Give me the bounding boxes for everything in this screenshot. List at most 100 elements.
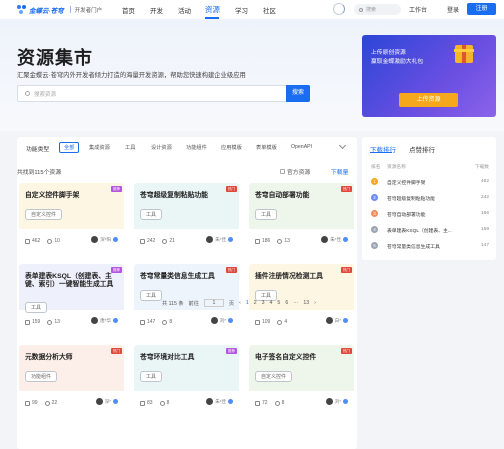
nav-learn[interactable]: 学习	[235, 5, 248, 15]
pager-page-6[interactable]: 6	[285, 300, 288, 306]
chevron-down-icon[interactable]	[338, 141, 347, 150]
card-title[interactable]: 苍穹自动部署功能	[255, 192, 347, 200]
card-fav[interactable]: 8	[159, 400, 169, 406]
rank-row[interactable]: 2 苍穹超级复制粘贴功能 242	[362, 192, 496, 204]
card-title[interactable]: 表单建表KSQL（创建表、主键、索引）一键智能生成工具	[25, 273, 117, 289]
card-like[interactable]: 109	[255, 319, 270, 325]
card-author[interactable]: 朱*佳	[206, 236, 233, 243]
workbench-link[interactable]: 工作台	[409, 5, 427, 14]
logo[interactable]: 金蝶云·苍穹 开发者门户	[17, 4, 102, 15]
card-fav[interactable]: 22	[44, 400, 57, 406]
nav-search-input[interactable]: 搜索	[354, 4, 401, 15]
card-author[interactable]: 唐*华	[91, 317, 118, 324]
pager-ellipsis[interactable]: ···	[293, 300, 298, 306]
resource-search-input[interactable]: 搜索资源	[17, 85, 310, 102]
rank-name[interactable]: 苍穹超级复制粘贴功能	[387, 195, 465, 202]
nav-activity[interactable]: 活动	[178, 5, 191, 15]
resource-card[interactable]: 热门 电子签名自定义控件 自定义控件 72 8 刘*	[249, 345, 354, 411]
card-tag[interactable]: 功能组件	[25, 371, 58, 382]
card-like[interactable]: 72	[255, 400, 268, 406]
pager-page-1[interactable]: 1	[246, 300, 249, 306]
card-author[interactable]: 深*阳	[91, 236, 118, 243]
rank-row[interactable]: 3 苍穹自动部署功能 186	[362, 208, 496, 220]
card-tag[interactable]: 工具	[140, 209, 163, 220]
card-author[interactable]: 白*	[325, 317, 348, 324]
resource-card[interactable]: 推荐 自定义控件脚手架 自定义控件 462 10 深*阳	[19, 183, 124, 249]
card-fav[interactable]: 13	[47, 319, 60, 325]
nav-community[interactable]: 社区	[263, 5, 276, 15]
rank-row[interactable]: 5 苍穹常量类信息生成工具 147	[362, 240, 496, 252]
card-tag[interactable]: 工具	[255, 209, 278, 220]
card-title[interactable]: 苍穹超级复制粘贴功能	[140, 192, 232, 200]
resource-card[interactable]: 热门 苍穹常量类信息生成工具 工具 147 8 刘*	[134, 264, 239, 330]
nav-home[interactable]: 首页	[122, 5, 135, 15]
register-button[interactable]: 注册	[467, 3, 496, 15]
resource-card[interactable]: 推荐 表单建表KSQL（创建表、主键、索引）一键智能生成工具 工具 159 13 唐*华	[19, 264, 124, 330]
card-fav[interactable]: 8	[162, 319, 172, 325]
pager-page-3[interactable]: 3	[262, 300, 265, 306]
card-fav[interactable]: 4	[277, 319, 287, 325]
refresh-icon[interactable]	[333, 3, 345, 15]
card-title[interactable]: 电子签名自定义控件	[255, 354, 347, 362]
rank-name[interactable]: 表单建表KSQL（创建表、主...	[387, 227, 465, 234]
upload-resource-button[interactable]: 上传资源	[399, 93, 458, 107]
card-tag[interactable]: 工具	[25, 302, 48, 313]
resource-card[interactable]: 热门 插件注册情况检测工具 工具 109 4 白*	[249, 264, 354, 330]
card-tag[interactable]: 自定义控件	[25, 209, 63, 220]
filter-openapi[interactable]: OpenAPI	[291, 144, 312, 150]
filter-components[interactable]: 功能组件	[186, 144, 207, 151]
rank-row[interactable]: 4 表单建表KSQL（创建表、主... 159	[362, 224, 496, 236]
pager-page-4[interactable]: 4	[270, 300, 273, 306]
card-title[interactable]: 自定义控件脚手架	[25, 192, 117, 200]
official-filter[interactable]: 官方资源	[280, 167, 310, 176]
rank-name[interactable]: 苍穹自动部署功能	[387, 211, 465, 218]
nav-resources[interactable]: 资源	[205, 4, 220, 15]
card-tag[interactable]: 自定义控件	[255, 371, 293, 382]
resource-card[interactable]: 热门 苍穹超级复制粘贴功能 工具 242 21 朱*佳	[134, 183, 239, 249]
filter-integration[interactable]: 集成资源	[89, 144, 110, 151]
card-like[interactable]: 242	[140, 238, 155, 244]
card-title[interactable]: 苍穹常量类信息生成工具	[140, 273, 232, 281]
card-like[interactable]: 147	[140, 319, 155, 325]
card-fav[interactable]: 21	[162, 238, 175, 244]
pager-prev[interactable]: ‹	[239, 300, 241, 306]
card-title[interactable]: 元数据分析大师	[25, 354, 117, 362]
filter-tools[interactable]: 工具	[125, 144, 135, 151]
resource-search-button[interactable]: 搜索	[286, 85, 310, 102]
card-author[interactable]: 朱*佳	[206, 398, 233, 405]
card-like[interactable]: 83	[140, 400, 153, 406]
resource-card[interactable]: 热门 苍穹自动部署功能 工具 186 13 朱*佳	[249, 183, 354, 249]
card-fav[interactable]: 8	[274, 400, 284, 406]
pager-page-2[interactable]: 2	[254, 300, 257, 306]
card-author[interactable]: 刘*	[325, 398, 348, 405]
card-fav[interactable]: 10	[47, 238, 60, 244]
resource-card[interactable]: 推荐 苍穹环境对比工具 工具 83 8 朱*佳	[134, 345, 239, 411]
filter-all[interactable]: 全部	[59, 142, 80, 153]
tab-like-rank[interactable]: 点赞排行	[409, 144, 435, 154]
card-like[interactable]: 462	[25, 238, 40, 244]
upload-banner[interactable]: 上传原创资源 赢取金蝶激励大礼包 上传资源	[362, 35, 496, 117]
pager-page-last[interactable]: 13	[303, 300, 309, 306]
card-title[interactable]: 插件注册情况检测工具	[255, 273, 347, 281]
card-tag[interactable]: 工具	[140, 290, 163, 301]
card-author[interactable]: 刘*	[210, 317, 233, 324]
card-title[interactable]: 苍穹环境对比工具	[140, 354, 232, 362]
card-like[interactable]: 186	[255, 238, 270, 244]
filter-design[interactable]: 设计资源	[151, 144, 172, 151]
card-author[interactable]: 深*	[95, 398, 118, 405]
card-like[interactable]: 99	[25, 400, 38, 406]
pager-page-5[interactable]: 5	[277, 300, 280, 306]
rank-name[interactable]: 苍穹常量类信息生成工具	[387, 243, 465, 250]
card-fav[interactable]: 13	[277, 238, 290, 244]
resource-card[interactable]: 热门 元数据分析大师 功能组件 99 22 深*	[19, 345, 124, 411]
card-like[interactable]: 159	[25, 319, 40, 325]
card-tag[interactable]: 工具	[140, 371, 163, 382]
card-author[interactable]: 朱*佳	[321, 236, 348, 243]
pager-page-input[interactable]: 1	[203, 299, 224, 307]
rank-name[interactable]: 自定义控件脚手架	[387, 179, 465, 186]
pager-next[interactable]: ›	[314, 300, 316, 306]
login-link[interactable]: 登录	[447, 5, 459, 14]
rank-row[interactable]: 1 自定义控件脚手架 462	[362, 176, 496, 188]
sort-dropdown[interactable]: 下载量	[331, 167, 348, 176]
filter-form-templates[interactable]: 表单模版	[256, 144, 277, 151]
